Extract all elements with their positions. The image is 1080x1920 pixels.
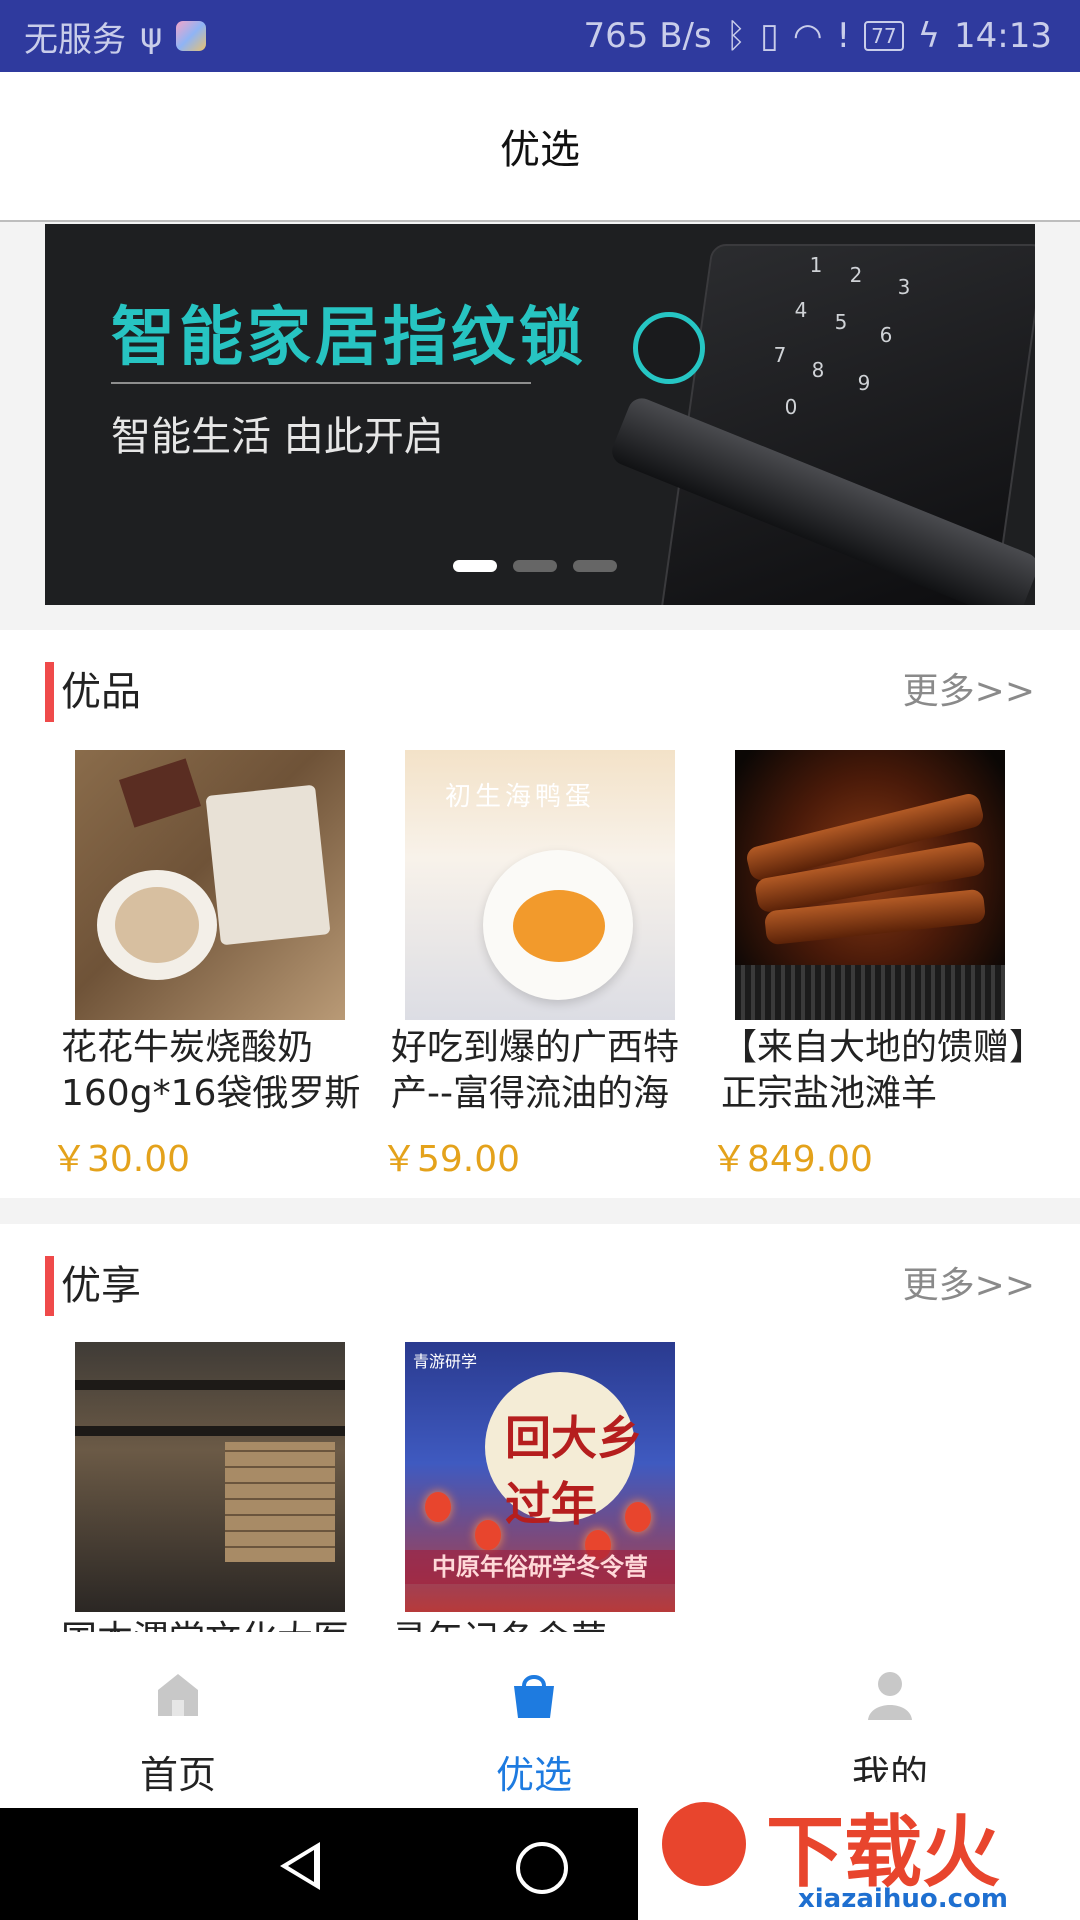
product-image-caption: 初生海鸭蛋	[445, 782, 596, 812]
product-image: 初生海鸭蛋	[405, 750, 675, 1020]
product-image	[75, 750, 345, 1020]
section-header: 优品 更多>>	[45, 662, 1035, 722]
product-name: 寻年记冬令营	[391, 1617, 705, 1632]
product-card[interactable]: 国本渭堂文化大医	[45, 1342, 375, 1632]
section-header: 优享 更多>>	[45, 1256, 1035, 1316]
keypad-key: 1	[809, 253, 823, 277]
section-title: 优享	[61, 1263, 141, 1309]
tab-selected[interactable]: 优选	[434, 1632, 634, 1808]
battery-icon: 77	[864, 21, 904, 51]
product-image-banner: 中原年俗研学冬令营	[405, 1550, 675, 1584]
user-icon	[868, 1672, 912, 1720]
keypad-key: 9	[857, 371, 871, 395]
product-price: ￥59.00	[381, 1139, 521, 1180]
product-image: 青游研学 回大乡过年 中原年俗研学冬令营	[405, 1342, 675, 1612]
product-card[interactable]: 【来自大地的馈赠】正宗盐池滩羊 ￥849.00	[705, 750, 1035, 1190]
grill-image	[735, 965, 1005, 1020]
home-icon	[158, 1674, 198, 1716]
watermark-logo-icon	[662, 1802, 746, 1886]
app-notification-icon	[176, 21, 207, 51]
product-card[interactable]: 初生海鸭蛋 好吃到爆的广西特产--富得流油的海 ￥59.00	[375, 750, 705, 1190]
vibrate-icon: ▯	[760, 16, 779, 56]
herb-drawers-image	[225, 1442, 335, 1562]
carousel-indicator	[453, 560, 617, 572]
carousel-dot[interactable]	[573, 560, 617, 572]
carousel-dot[interactable]	[513, 560, 557, 572]
clock: 14:13	[954, 16, 1052, 56]
lantern-image	[475, 1520, 501, 1550]
product-price: ￥30.00	[51, 1139, 191, 1180]
promo-banner[interactable]: 1 2 3 4 5 6 7 8 9 0 智能家居指纹锁 智能生活 由此开启	[45, 224, 1035, 605]
banner-divider	[111, 382, 531, 384]
fingerprint-sensor-image	[633, 312, 705, 384]
section-title: 优品	[61, 669, 141, 715]
keypad-key: 6	[879, 323, 893, 347]
product-name: 好吃到爆的广西特产--富得流油的海	[391, 1027, 680, 1114]
more-link[interactable]: 更多>>	[903, 662, 1035, 722]
cake-image	[118, 758, 202, 828]
carrier-label: 无服务	[24, 19, 126, 60]
watermark: 下载火 xiazaihuo.com	[638, 1782, 1080, 1920]
back-icon-inner	[288, 1850, 314, 1882]
tab-home[interactable]: 首页	[78, 1632, 278, 1808]
usb-icon: ψ	[140, 16, 163, 56]
product-card[interactable]: 花花牛炭烧酸奶160g*16袋俄罗斯 ￥30.00	[45, 750, 375, 1190]
keypad-key: 7	[773, 343, 787, 367]
keypad-key: 4	[794, 298, 808, 322]
alert-icon: !	[836, 16, 851, 56]
bluetooth-icon: ᛒ	[725, 16, 747, 56]
product-price: ￥849.00	[711, 1139, 873, 1180]
page-title: 优选	[500, 127, 580, 173]
section-premium-experiences: 优享 更多>> 国本渭堂文化大医 青游研学 回大乡过年 中原年俗研学冬令营 寻年…	[0, 1224, 1080, 1632]
milk-tea-image	[115, 887, 199, 963]
lantern-image	[425, 1492, 451, 1522]
wifi-icon: ◠	[792, 16, 823, 56]
product-name: 花花牛炭烧酸奶160g*16袋俄罗斯	[61, 1027, 361, 1114]
charging-icon: ϟ	[917, 16, 941, 56]
section-marker	[45, 662, 54, 722]
net-speed: 765 B/s	[583, 16, 712, 56]
status-bar: 无服务 ψ 765 B/s ᛒ ▯ ◠ ! 77 ϟ 14:13	[0, 0, 1080, 72]
shelf-image	[75, 1426, 345, 1436]
banner-headline: 智能家居指纹锁	[111, 301, 587, 375]
section-marker	[45, 1256, 54, 1316]
page-header: 优选	[0, 72, 1080, 222]
product-image-brand: 青游研学	[413, 1352, 478, 1371]
lantern-image	[625, 1502, 651, 1532]
more-link[interactable]: 更多>>	[903, 1256, 1035, 1316]
keypad-key: 0	[784, 395, 798, 419]
keypad-key: 3	[897, 275, 911, 299]
keypad-key: 8	[811, 358, 825, 382]
product-image	[75, 1342, 345, 1612]
keypad-key: 5	[834, 310, 848, 334]
shopping-bag-icon	[514, 1675, 554, 1718]
tab-label: 优选	[495, 1753, 572, 1797]
watermark-url: xiazaihuo.com	[798, 1884, 1008, 1914]
product-card[interactable]: 青游研学 回大乡过年 中原年俗研学冬令营 寻年记冬令营	[375, 1342, 705, 1632]
banner-subtitle: 智能生活 由此开启	[111, 414, 444, 460]
shelf-image	[75, 1380, 345, 1390]
product-name: 国本渭堂文化大医	[61, 1617, 375, 1632]
yogurt-bag-image	[205, 784, 331, 946]
section-premium-goods: 优品 更多>> 花花牛炭烧酸奶160g*16袋俄罗斯 ￥30.00 初生海鸭蛋 …	[0, 630, 1080, 1198]
product-image	[735, 750, 1005, 1020]
egg-yolk-image	[513, 890, 605, 962]
product-name: 【来自大地的馈赠】正宗盐池滩羊	[721, 1027, 1028, 1114]
tab-label: 首页	[139, 1753, 216, 1797]
keypad-key: 2	[849, 263, 863, 287]
carousel-dot-active[interactable]	[453, 560, 497, 572]
home-button-icon[interactable]	[516, 1842, 568, 1894]
